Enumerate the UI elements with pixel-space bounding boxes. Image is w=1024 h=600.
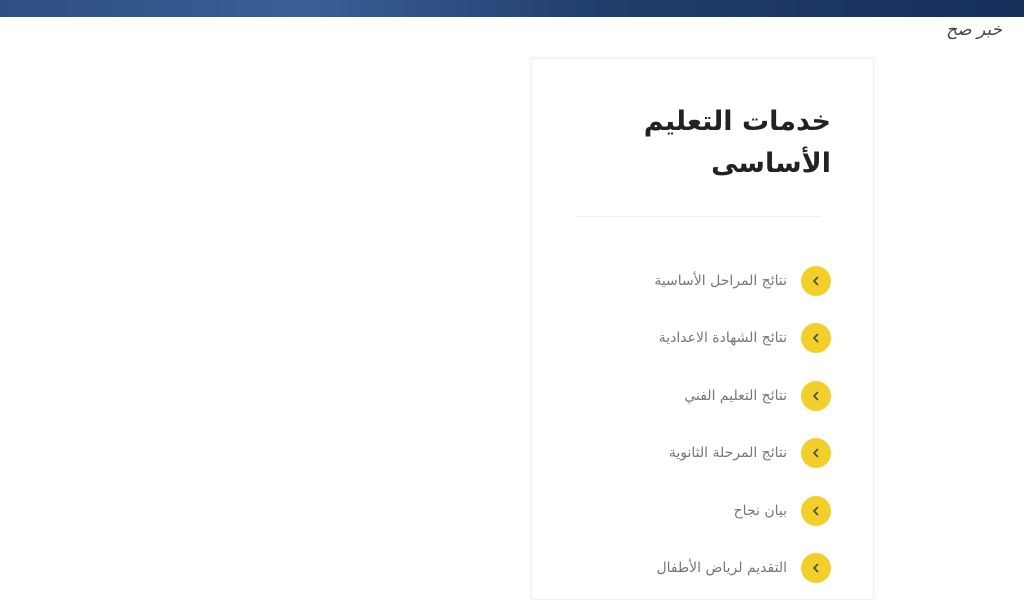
watermark: خبر صح: [946, 20, 1002, 40]
menu-item-preparatory-results[interactable]: نتائج الشهادة الاعدادية: [571, 310, 831, 368]
menu-item-technical-education-results[interactable]: نتائج التعليم الفني: [571, 367, 831, 425]
chevron-left-icon: [801, 438, 831, 469]
menu-item-secondary-results[interactable]: نتائج المرحلة الثانوية: [571, 425, 831, 483]
chevron-left-icon: [801, 553, 831, 584]
menu-item-label: نتائج الشهادة الاعدادية: [658, 330, 787, 347]
services-menu: نتائج المراحل الأساسية نتائج الشهادة الا…: [571, 252, 831, 597]
menu-item-label: نتائج التعليم الفني: [684, 387, 787, 404]
chevron-left-icon: [801, 265, 831, 296]
menu-item-label: نتائج المرحلة الثانوية: [668, 445, 787, 462]
chevron-left-icon: [801, 380, 831, 411]
services-card: خدمات التعليم الأساسى نتائج المراحل الأس…: [531, 58, 874, 600]
menu-item-kindergarten-application[interactable]: التقديم لرياض الأطفال: [571, 540, 831, 598]
chevron-left-icon: [801, 323, 831, 354]
divider: [577, 216, 821, 217]
menu-item-basic-stages-results[interactable]: نتائج المراحل الأساسية: [571, 252, 831, 310]
menu-item-success-statement[interactable]: بيان نجاح: [571, 482, 831, 540]
chevron-left-icon: [801, 495, 831, 526]
menu-item-label: بيان نجاح: [733, 502, 787, 519]
card-title: خدمات التعليم الأساسى: [643, 106, 831, 179]
menu-item-label: نتائج المراحل الأساسية: [654, 272, 787, 289]
header-bar: [0, 0, 1024, 17]
menu-item-label: التقديم لرياض الأطفال: [656, 560, 787, 577]
